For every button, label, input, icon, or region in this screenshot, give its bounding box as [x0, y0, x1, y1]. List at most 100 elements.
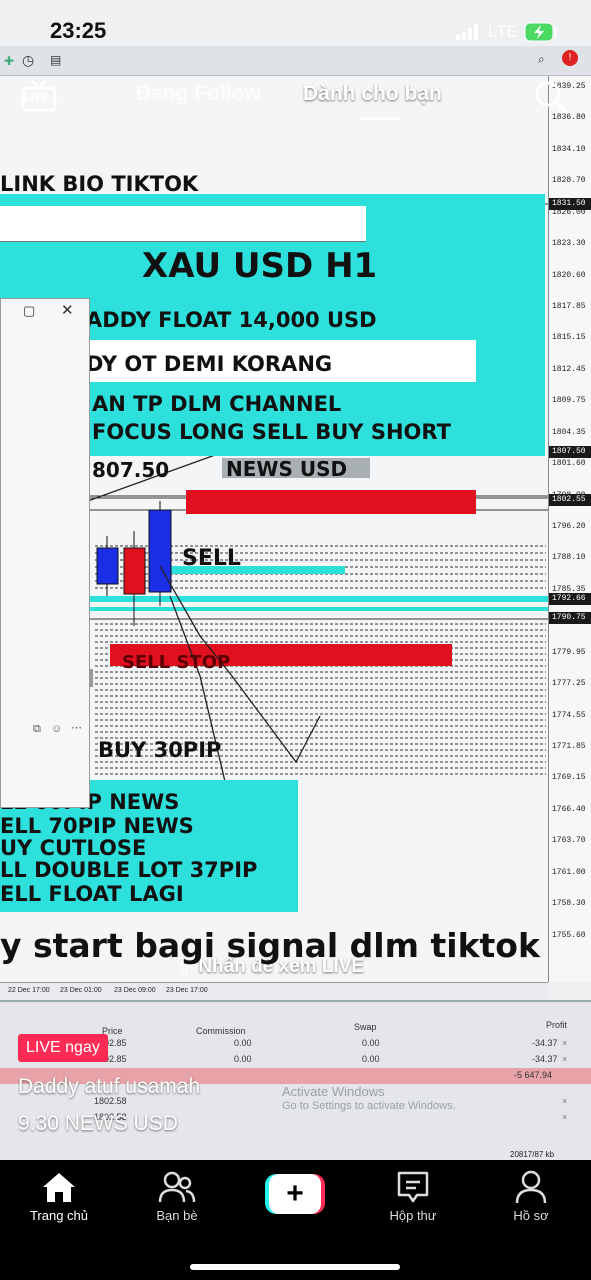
price-tick: 1774.55 — [552, 710, 586, 720]
col-header-commission[interactable]: Commission — [196, 1026, 246, 1036]
nav-home[interactable]: Trang chủ — [14, 1170, 104, 1223]
plus-icon: + — [269, 1174, 321, 1214]
cell-profit: -34.37 — [532, 1038, 558, 1048]
signal-icon — [456, 24, 478, 40]
signal-list-item: ELL 70PIP NEWS — [0, 814, 194, 838]
price-tick: 1834.10 — [552, 144, 586, 154]
price-tick: 1820.60 — [552, 270, 586, 280]
price-tick: 1828.70 — [552, 176, 586, 186]
mt4-toolbar: ✚ ◷ ▤ ⌕ ! — [0, 46, 591, 76]
status-kb: 20817/87 kb — [510, 1150, 555, 1159]
price-flag: 1831.50 — [549, 198, 591, 210]
buy-label: BUY 30PIP — [98, 738, 222, 762]
video-caption: 9.30 NEWS USD — [18, 1112, 178, 1135]
crosshair-icon[interactable]: ✚ — [4, 54, 14, 68]
cell-commission: 0.00 — [234, 1038, 252, 1048]
row-close-icon[interactable]: × — [562, 1112, 567, 1122]
sell-stop-label: SELL STOP — [122, 652, 231, 673]
price-tick: 1817.85 — [552, 302, 586, 311]
nav-friends[interactable]: Bạn bè — [132, 1170, 222, 1223]
search-icon[interactable] — [534, 80, 568, 114]
network-label: LTE — [488, 22, 518, 41]
price-tick: 1758.30 — [552, 899, 586, 909]
price-tick: 1812.45 — [552, 364, 586, 374]
search-small-icon[interactable]: ⌕ — [538, 52, 545, 67]
home-icon — [43, 1173, 75, 1202]
battery-icon — [524, 22, 558, 42]
col-header-swap[interactable]: Swap — [354, 1022, 377, 1032]
signal-list-item: UY CUTLOSE — [0, 836, 147, 860]
maximize-icon[interactable]: ▢ — [23, 303, 35, 319]
price-tick: 1771.85 — [552, 742, 586, 751]
home-indicator — [190, 1264, 400, 1270]
price-flag: 1792.66 — [549, 593, 591, 605]
nav-inbox[interactable]: Hộp thư — [368, 1170, 458, 1223]
nav-profile-label: Hồ sơ — [513, 1208, 549, 1223]
price-tick: 1761.00 — [552, 867, 586, 877]
row-close-icon[interactable]: × — [562, 1038, 567, 1048]
emoji-icon[interactable]: ☺ — [51, 723, 62, 735]
col-header-profit[interactable]: Profit — [546, 1020, 567, 1030]
tab-following[interactable]: Đang Follow — [136, 82, 261, 106]
alert-icon[interactable]: ! — [562, 50, 578, 66]
price-tick: 1763.70 — [552, 836, 586, 846]
price-tick: 1836.80 — [552, 113, 586, 123]
signal-line-2: DY OT DEMI KORANG — [86, 352, 333, 376]
price-flag: 1802.55 — [549, 494, 591, 506]
cell-swap: 0.00 — [362, 1054, 380, 1064]
clock-icon[interactable]: ◷ — [22, 52, 34, 69]
footer-signal-text: y start bagi signal dlm tiktok — [0, 926, 540, 965]
floating-window[interactable]: ▢ ✕ ⧉ ☺ ⋯ — [0, 298, 93, 808]
friends-icon — [158, 1171, 196, 1203]
profile-icon — [515, 1170, 547, 1204]
more-icon[interactable]: ⋯ — [71, 721, 82, 734]
live-badge[interactable]: LIVE ngay — [18, 1034, 108, 1062]
live-icon-label: LIVE — [24, 92, 49, 104]
price-tick: 1777.25 — [552, 679, 586, 689]
signal-line-3: AN TP DLM CHANNEL — [92, 392, 342, 416]
cell-profit-total: -5 647.94 — [514, 1070, 553, 1080]
time-tick: 23 Dec 09:00 — [114, 987, 156, 994]
symbol-title: XAU USD H1 — [142, 246, 378, 286]
price-tick: 1755.60 — [552, 930, 586, 940]
chart-area[interactable]: LINK BIO TIKTOK XAU USD H1 ADDY FLOAT 14… — [0, 76, 548, 982]
scroll-handle[interactable] — [89, 669, 93, 687]
price-scale: 1839.25 1836.80 1834.10 1828.70 1826.00 1823.… — [548, 76, 591, 982]
copy-icon[interactable]: ⧉ — [33, 723, 41, 736]
nav-friends-label: Bạn bè — [156, 1208, 198, 1223]
photographed-monitor: ✚ ◷ ▤ ⌕ ! LINK BIO TIKTOK XAU USD H1 ADD… — [0, 0, 591, 1160]
time-axis: 22 Dec 17:00 23 Dec 01:00 23 Dec 09:00 2… — [0, 982, 548, 1000]
time-tick: 22 Dec 17:00 — [8, 987, 50, 994]
status-time: 23:25 — [50, 18, 107, 43]
nav-profile[interactable]: Hồ sơ — [486, 1170, 576, 1223]
cell-swap: 0.00 — [362, 1038, 380, 1048]
creator-username[interactable]: Daddy atuf usamah — [18, 1075, 200, 1099]
row-close-icon[interactable]: × — [562, 1096, 567, 1106]
inbox-icon — [397, 1171, 429, 1203]
price-tick: 1801.60 — [552, 459, 586, 469]
row-close-icon[interactable]: × — [562, 1054, 567, 1064]
price-tick: 1823.30 — [552, 239, 586, 249]
sell-label: SELL — [182, 546, 241, 571]
activate-windows-title: Activate Windows — [282, 1084, 385, 1099]
news-label: NEWS USD — [226, 457, 348, 481]
cell-profit: -34.37 — [532, 1054, 558, 1064]
live-button[interactable]: LIVE — [20, 80, 60, 114]
nav-home-label: Trang chủ — [29, 1208, 89, 1223]
close-icon[interactable]: ✕ — [61, 301, 74, 319]
time-tick: 23 Dec 01:00 — [60, 987, 102, 994]
float-line: ADDY FLOAT 14,000 USD — [86, 308, 377, 332]
price-tick: 1769.15 — [552, 773, 586, 783]
price-flag: 1790.75 — [549, 612, 591, 624]
signal-list-item: LL DOUBLE LOT 37PIP — [0, 858, 258, 882]
price-label: 807.50 — [92, 458, 170, 482]
banner-top: LINK BIO TIKTOK — [0, 172, 199, 196]
price-tick: 1766.40 — [552, 804, 586, 814]
price-flag: 1807.50 — [549, 446, 591, 458]
template-icon[interactable]: ▤ — [50, 53, 61, 67]
candle — [96, 547, 119, 585]
tab-for-you[interactable]: Dành cho bạn — [303, 82, 442, 106]
price-tick: 1796.20 — [552, 522, 586, 531]
create-button[interactable]: + — [265, 1174, 325, 1214]
price-tick: 1779.95 — [552, 647, 586, 657]
